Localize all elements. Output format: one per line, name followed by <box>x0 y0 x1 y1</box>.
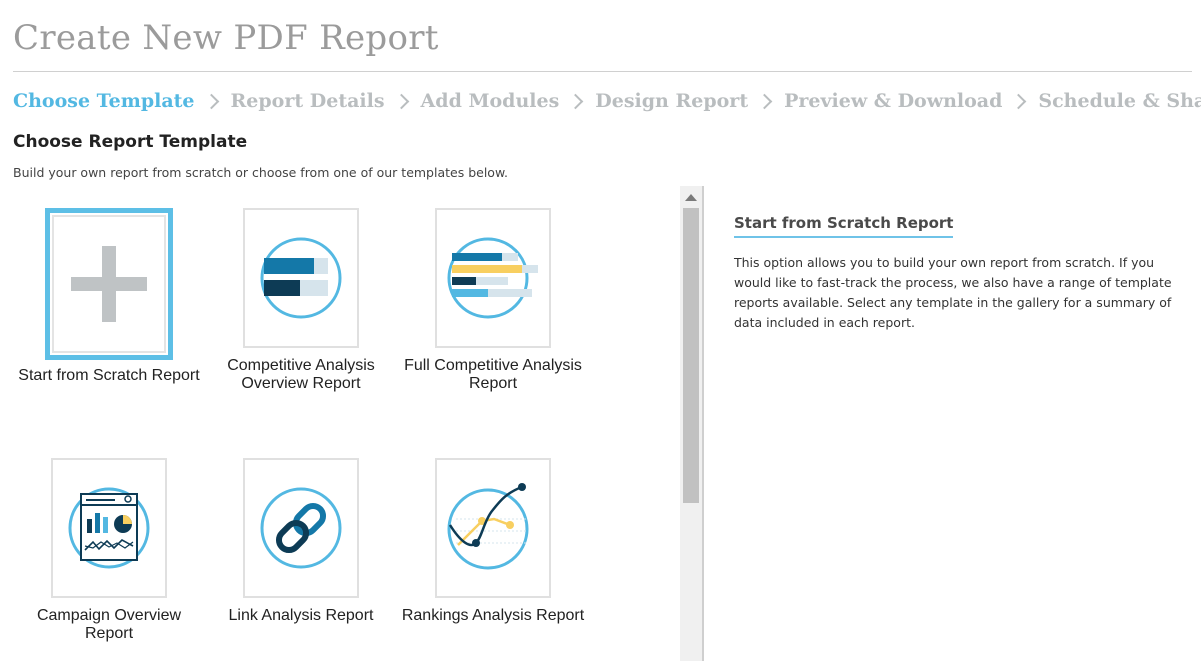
panel-divider <box>702 186 704 661</box>
step-design-report[interactable]: Design Report <box>595 90 748 112</box>
chevron-right-icon <box>568 93 584 109</box>
step-report-details[interactable]: Report Details <box>231 90 385 112</box>
template-label: Campaign Overview Report <box>36 607 182 642</box>
multi-bar-chart-icon <box>447 237 538 319</box>
template-label: Rankings Analysis Report <box>401 607 585 624</box>
template-label: Start from Scratch Report <box>18 367 200 384</box>
bar-chart-icon <box>260 237 342 319</box>
dashboard-icon <box>68 487 150 569</box>
template-thumbnail[interactable] <box>243 458 359 598</box>
chevron-right-icon <box>393 93 409 109</box>
section-title: Choose Report Template <box>13 132 248 152</box>
link-icon <box>260 487 342 569</box>
template-thumbnail[interactable] <box>435 208 551 348</box>
template-thumbnail[interactable] <box>45 208 173 360</box>
chevron-right-icon <box>756 93 773 109</box>
template-label: Link Analysis Report <box>228 607 374 624</box>
wizard-steps: Choose Template Report Details Add Modul… <box>13 88 1201 114</box>
template-detail-description: This option allows you to build your own… <box>734 255 1172 330</box>
template-thumbnail[interactable] <box>243 208 359 348</box>
line-chart-icon <box>447 483 529 570</box>
step-schedule-share[interactable]: Schedule & Share <box>1038 90 1201 112</box>
chevron-right-icon <box>1011 93 1027 109</box>
template-thumbnail[interactable] <box>51 458 167 598</box>
chevron-right-icon <box>203 93 219 109</box>
scroll-up-arrow-icon[interactable] <box>685 194 697 201</box>
step-choose-template[interactable]: Choose Template <box>13 90 195 112</box>
gallery-scrollbar[interactable] <box>680 186 702 661</box>
template-label: Competitive Analysis Overview Report <box>227 357 375 392</box>
step-preview-download[interactable]: Preview & Download <box>784 90 1002 112</box>
template-label: Full Competitive Analysis Report <box>404 357 582 392</box>
section-description: Build your own report from scratch or ch… <box>13 165 509 180</box>
template-detail-title: Start from Scratch Report <box>734 214 954 238</box>
template-thumbnail[interactable] <box>435 458 551 598</box>
step-add-modules[interactable]: Add Modules <box>421 90 560 112</box>
title-divider <box>13 71 1192 72</box>
plus-icon <box>71 246 147 322</box>
template-gallery: Start from Scratch Report Competitive An… <box>0 186 680 661</box>
page-title: Create New PDF Report <box>13 18 439 58</box>
scrollbar-thumb[interactable] <box>683 208 699 503</box>
